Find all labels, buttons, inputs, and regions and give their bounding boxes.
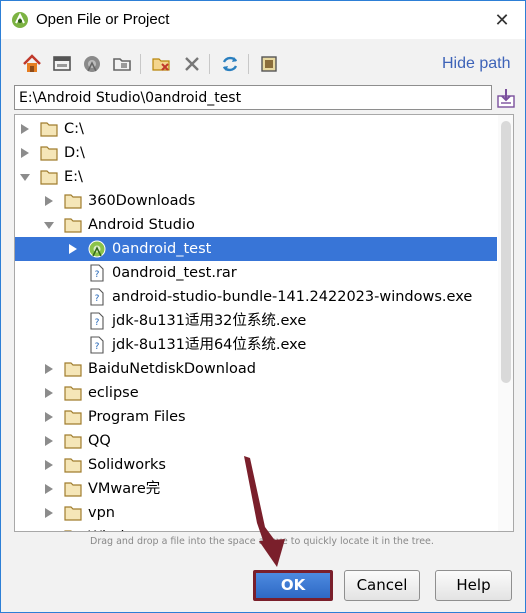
- tree-row[interactable]: vpn: [15, 501, 497, 525]
- expand-arrow-right-icon[interactable]: [43, 477, 55, 501]
- unknown-file-icon: ?: [88, 264, 106, 282]
- folder-icon: [64, 432, 82, 450]
- new-folder-icon[interactable]: [111, 53, 133, 75]
- toolbar-separator: [209, 54, 210, 74]
- tree-row-label: 0android_test.rar: [112, 265, 237, 281]
- toolbar: [13, 51, 513, 79]
- home-icon[interactable]: [21, 53, 43, 75]
- window-title: Open File or Project: [36, 11, 170, 28]
- expand-arrow-right-icon[interactable]: [19, 141, 31, 165]
- tree-scrollbar[interactable]: [498, 115, 513, 531]
- tree-row-label: jdk-8u131适用64位系统.exe: [112, 337, 307, 353]
- folder-icon: [64, 528, 82, 531]
- tree-row[interactable]: E:\: [15, 165, 497, 189]
- file-tree[interactable]: Windows vpn VMware完 Solidworks QQ Program Fil…: [14, 114, 514, 532]
- tree-row-label: jdk-8u131适用32位系统.exe: [112, 313, 307, 329]
- folder-icon: [40, 144, 58, 162]
- expand-arrow-right-icon[interactable]: [43, 381, 55, 405]
- tree-row[interactable]: ? android-studio-bundle-141.2422023-windo…: [15, 285, 497, 309]
- tree-row[interactable]: VMware完: [15, 477, 497, 501]
- tree-row-label: vpn: [88, 505, 115, 521]
- open-file-dialog: Open File or Project ✕ Hide path E:\Andr…: [0, 0, 526, 613]
- tree-row-label: E:\: [64, 169, 83, 185]
- scroll-thumb[interactable]: [501, 121, 511, 383]
- refresh-icon[interactable]: [219, 53, 241, 75]
- delete-folder-icon[interactable]: [150, 53, 172, 75]
- tree-row[interactable]: Solidworks: [15, 453, 497, 477]
- folder-icon: [64, 384, 82, 402]
- svg-text:?: ?: [95, 294, 100, 304]
- folder-icon: [64, 192, 82, 210]
- tree-row[interactable]: ? 0android_test.rar: [15, 261, 497, 285]
- expand-arrow-right-icon[interactable]: [43, 405, 55, 429]
- expand-arrow-right-icon[interactable]: [43, 501, 55, 525]
- tree-row-label: Android Studio: [88, 217, 195, 233]
- path-history-icon[interactable]: [495, 86, 517, 110]
- svg-text:?: ?: [95, 318, 100, 328]
- folder-icon: [64, 216, 82, 234]
- title-bar: Open File or Project ✕: [1, 1, 525, 39]
- folder-icon: [64, 360, 82, 378]
- tree-row-label: QQ: [88, 433, 111, 449]
- tree-row-label: BaiduNetdiskDownload: [88, 361, 256, 377]
- android-project-icon: [88, 240, 106, 258]
- tree-row-label: VMware完: [88, 481, 161, 497]
- android-studio-app-icon: [11, 11, 29, 29]
- toolbar-separator: [248, 54, 249, 74]
- expand-arrow-right-icon[interactable]: [43, 453, 55, 477]
- tree-row[interactable]: 360Downloads: [15, 189, 497, 213]
- tree-row-label: C:\: [64, 121, 84, 137]
- expand-arrow-right-icon[interactable]: [43, 429, 55, 453]
- help-button[interactable]: Help: [435, 570, 512, 601]
- folder-icon: [40, 168, 58, 186]
- unknown-file-icon: ?: [88, 312, 106, 330]
- folder-icon: [64, 456, 82, 474]
- tree-row-label: D:\: [64, 145, 85, 161]
- expand-arrow-down-icon[interactable]: [19, 165, 31, 189]
- drag-drop-hint: Drag and drop a file into the space abov…: [90, 536, 434, 547]
- toolbar-separator: [140, 54, 141, 74]
- show-hidden-icon[interactable]: [258, 53, 280, 75]
- expand-arrow-right-icon[interactable]: [19, 117, 31, 141]
- svg-text:?: ?: [95, 342, 100, 352]
- tree-row[interactable]: D:\: [15, 141, 497, 165]
- android-project-icon[interactable]: [81, 53, 103, 75]
- tree-row[interactable]: ? jdk-8u131适用32位系统.exe: [15, 309, 497, 333]
- tree-row[interactable]: eclipse: [15, 381, 497, 405]
- expand-arrow-right-icon[interactable]: [43, 525, 55, 531]
- expand-arrow-right-icon[interactable]: [43, 189, 55, 213]
- close-button[interactable]: ✕: [487, 7, 517, 33]
- tree-row[interactable]: Program Files: [15, 405, 497, 429]
- expand-arrow-right-icon[interactable]: [43, 357, 55, 381]
- expand-arrow-down-icon[interactable]: [43, 213, 55, 237]
- tree-row[interactable]: 0android_test: [15, 237, 497, 261]
- tree-row[interactable]: QQ: [15, 429, 497, 453]
- folder-icon: [40, 120, 58, 138]
- expand-arrow-right-icon[interactable]: [67, 237, 79, 261]
- tree-row-label: Solidworks: [88, 457, 166, 473]
- tree-row[interactable]: Android Studio: [15, 213, 497, 237]
- cancel-button[interactable]: Cancel: [344, 570, 420, 601]
- tree-row[interactable]: BaiduNetdiskDownload: [15, 357, 497, 381]
- desktop-icon[interactable]: [51, 53, 73, 75]
- tree-row-label: Program Files: [88, 409, 186, 425]
- folder-icon: [64, 480, 82, 498]
- delete-icon[interactable]: [181, 53, 203, 75]
- tree-row-label: Windows: [88, 525, 153, 531]
- tree-row-label: 0android_test: [112, 241, 212, 257]
- folder-icon: [64, 408, 82, 426]
- unknown-file-icon: ?: [88, 336, 106, 354]
- hide-path-link[interactable]: Hide path: [442, 55, 511, 73]
- tree-row[interactable]: C:\: [15, 117, 497, 141]
- unknown-file-icon: ?: [88, 288, 106, 306]
- path-input[interactable]: [14, 85, 492, 110]
- folder-icon: [64, 504, 82, 522]
- tree-row-label: eclipse: [88, 385, 139, 401]
- tree-row[interactable]: Windows: [15, 525, 497, 531]
- tree-row-label: 360Downloads: [88, 193, 196, 209]
- tree-row-label: android-studio-bundle-141.2422023-window…: [112, 289, 473, 305]
- ok-button[interactable]: OK: [253, 570, 333, 601]
- svg-text:?: ?: [95, 270, 100, 280]
- tree-row[interactable]: ? jdk-8u131适用64位系统.exe: [15, 333, 497, 357]
